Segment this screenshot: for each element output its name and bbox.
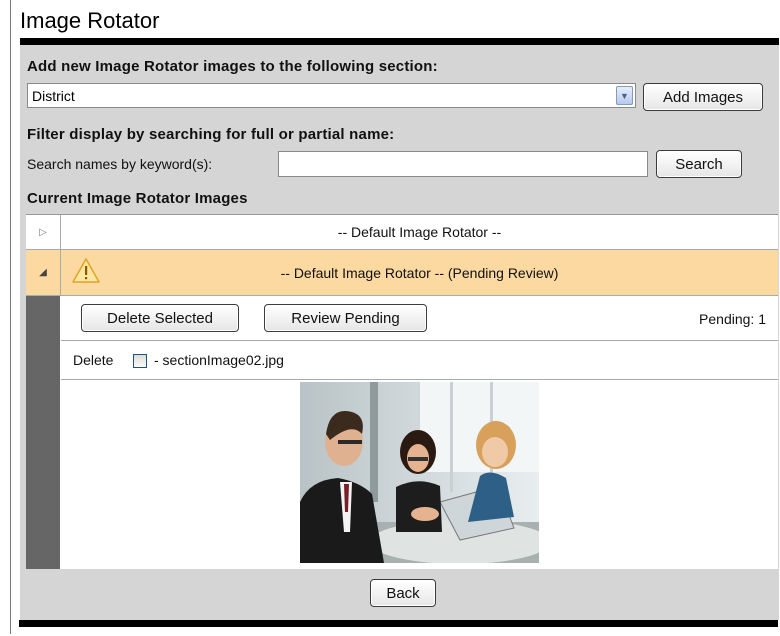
chevron-down-icon[interactable]: ▼ <box>616 86 633 105</box>
expand-toggle[interactable]: ▷ <box>26 215 61 249</box>
delete-checkbox[interactable] <box>133 354 147 368</box>
review-pending-button[interactable]: Review Pending <box>264 304 427 332</box>
image-rotator-table: ▷ -- Default Image Rotator -- ◢ -- Defau… <box>26 214 778 569</box>
add-images-button[interactable]: Add Images <box>643 83 763 111</box>
search-button[interactable]: Search <box>656 150 742 178</box>
search-label: Search names by keyword(s): <box>27 156 213 172</box>
delete-selected-button[interactable]: Delete Selected <box>81 304 239 332</box>
section-select[interactable]: District ▼ <box>27 83 636 108</box>
detail-left-bar <box>26 296 60 569</box>
table-row[interactable]: ▷ -- Default Image Rotator -- <box>26 215 778 250</box>
image-thumbnail <box>300 382 539 563</box>
triangle-right-icon[interactable]: ▷ <box>39 227 47 238</box>
add-section-label: Add new Image Rotator images to the foll… <box>27 58 438 75</box>
back-button[interactable]: Back <box>370 579 436 607</box>
collapse-toggle[interactable]: ◢ <box>26 250 61 295</box>
detail-toolbar: Delete Selected Review Pending Pending: … <box>61 296 778 341</box>
current-images-label: Current Image Rotator Images <box>27 190 248 207</box>
pending-detail: Delete Selected Review Pending Pending: … <box>61 296 778 569</box>
rotator-name[interactable]: -- Default Image Rotator -- <box>61 215 778 249</box>
title-divider <box>20 38 779 45</box>
section-select-value: District <box>32 88 75 104</box>
filter-label: Filter display by searching for full or … <box>27 126 395 143</box>
footer-divider <box>19 620 778 627</box>
pending-count: Pending: 1 <box>699 311 766 327</box>
table-row-pending[interactable]: ◢ -- Default Image Rotator -- (Pending R… <box>26 250 778 296</box>
page-title: Image Rotator <box>20 8 160 33</box>
delete-label: Delete <box>73 352 114 368</box>
list-item: Delete - sectionImage02.jpg <box>61 341 778 380</box>
search-input[interactable] <box>278 151 648 177</box>
triangle-down-icon[interactable]: ◢ <box>39 267 47 278</box>
image-filename: - sectionImage02.jpg <box>154 352 284 368</box>
rotator-name-pending[interactable]: -- Default Image Rotator -- (Pending Rev… <box>61 250 778 295</box>
